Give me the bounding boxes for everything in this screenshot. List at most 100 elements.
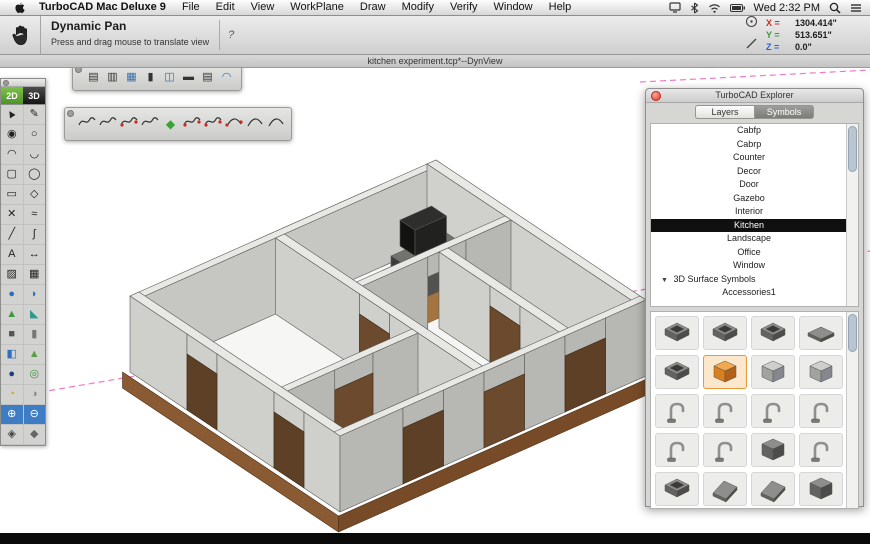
cone-tool[interactable]: ▲	[22, 345, 46, 364]
house-model[interactable]	[122, 159, 654, 533]
menu-modify[interactable]: Modify	[394, 0, 442, 15]
dimension-tool[interactable]: ↔	[22, 245, 46, 264]
iso-view-tool[interactable]: ◈	[1, 425, 23, 444]
arc-curve-tool[interactable]	[223, 114, 244, 135]
category-cabfp[interactable]: Cabfp	[651, 124, 847, 138]
pen-tool[interactable]: ✎	[22, 105, 46, 124]
mode-3d-button[interactable]: 3D	[23, 87, 45, 104]
window-tool[interactable]: ▥	[103, 69, 122, 86]
angle-readout-icon[interactable]	[745, 15, 758, 33]
close-icon[interactable]	[651, 91, 661, 101]
smooth-curve-tool[interactable]	[244, 114, 265, 135]
menu-draw[interactable]: Draw	[352, 0, 394, 15]
revolve-tool[interactable]: ◔	[1, 385, 23, 404]
window-grid-tool[interactable]: ▦	[122, 69, 141, 86]
wedge-tool[interactable]: ◣	[22, 305, 46, 324]
category-interior[interactable]: Interior	[651, 205, 847, 219]
document-title-bar[interactable]: kitchen experiment.tcp*--DynView	[0, 55, 870, 68]
tab-symbols[interactable]: Symbols	[754, 105, 814, 119]
scrollbar-thumb[interactable]	[848, 314, 857, 352]
symbol-hood-low[interactable]	[750, 470, 797, 508]
arc-end-tool[interactable]: ◡	[22, 145, 46, 164]
menu-help[interactable]: Help	[541, 0, 580, 15]
cylinder-tool[interactable]: ▮	[22, 325, 46, 344]
symbol-faucet-pair[interactable]	[750, 392, 797, 430]
polyline-tool[interactable]: ∫	[22, 225, 46, 244]
prism-tool[interactable]: ▲	[1, 305, 23, 324]
line-tool[interactable]: ╱	[1, 225, 23, 244]
rounded-rect-tool[interactable]: ▢	[1, 165, 23, 184]
mode-2d-button[interactable]: 2D	[1, 87, 23, 104]
symbol-cabinet-hamper[interactable]	[798, 353, 845, 391]
curve-length-tool[interactable]	[265, 114, 286, 135]
menu-turbocad-mac-deluxe-9[interactable]: TurboCAD Mac Deluxe 9	[31, 0, 174, 15]
category-landscape[interactable]: Landscape	[651, 232, 847, 246]
door-tool[interactable]: ◫	[160, 69, 179, 86]
category-kitchen[interactable]: Kitchen	[651, 218, 847, 232]
category-decor[interactable]: Decor	[651, 165, 847, 179]
category-office[interactable]: Office	[651, 246, 847, 260]
wifi-icon[interactable]	[708, 3, 721, 13]
menu-clock[interactable]: Wed 2:32 PM	[754, 2, 820, 14]
symbol-faucet-arc[interactable]	[653, 392, 700, 430]
slab-tool[interactable]: ▬	[179, 69, 198, 86]
spotlight-icon[interactable]	[829, 2, 841, 14]
cube-view-tool[interactable]: ◆	[22, 425, 46, 444]
category-door[interactable]: Door	[651, 178, 847, 192]
hatch-tool[interactable]: ▨	[1, 265, 23, 284]
rect-tool[interactable]: ▭	[1, 185, 23, 204]
help-indicator[interactable]: ?	[220, 29, 242, 41]
display-icon[interactable]	[668, 2, 681, 13]
symbol-faucet-tall[interactable]	[653, 431, 700, 469]
symbol-sink-block[interactable]	[798, 470, 845, 508]
toolbar-close-icon[interactable]	[67, 110, 74, 117]
ellipse-tool[interactable]: ◯	[22, 165, 46, 184]
symbol-set-accessories1[interactable]: Accessories1	[651, 286, 847, 300]
sweep-tool[interactable]: ◑	[22, 385, 46, 404]
category-window[interactable]: Window	[651, 259, 847, 273]
box-tool[interactable]: ■	[1, 325, 23, 344]
menu-file[interactable]: File	[174, 0, 208, 15]
palette-grip[interactable]	[1, 79, 45, 87]
symbol-faucet-wall[interactable]	[798, 431, 845, 469]
closed-spline-tool[interactable]	[139, 114, 160, 135]
construction-line-2[interactable]	[639, 69, 870, 83]
arc-tool[interactable]: ◠	[1, 145, 23, 164]
active-tool-cell[interactable]	[0, 16, 41, 54]
select-tool[interactable]: ▲	[1, 105, 23, 124]
category-scrollbar[interactable]	[846, 124, 858, 306]
notification-center-icon[interactable]	[850, 3, 862, 13]
symbol-base-cabinet[interactable]	[701, 353, 748, 391]
text-tool[interactable]: A	[1, 245, 23, 264]
tab-layers[interactable]: Layers	[695, 105, 754, 119]
spline-tool[interactable]	[76, 114, 97, 135]
circle-tool[interactable]: ○	[22, 125, 46, 144]
symbol-scrollbar[interactable]	[846, 312, 858, 508]
explorer-title-bar[interactable]: TurboCAD Explorer	[646, 89, 863, 103]
sphere-tool[interactable]: ●	[1, 285, 23, 304]
menu-view[interactable]: View	[243, 0, 283, 15]
spline-by-points-tool[interactable]	[118, 114, 139, 135]
slope-readout-icon[interactable]	[745, 37, 758, 55]
bluetooth-icon[interactable]	[690, 2, 699, 14]
edit-spline-tool[interactable]	[181, 114, 202, 135]
column-tool[interactable]: ▮	[141, 69, 160, 86]
roof-tool[interactable]: ◠	[217, 69, 236, 86]
torus-tool[interactable]: ◎	[22, 365, 46, 384]
convert-curve-tool[interactable]: ◆	[160, 114, 181, 135]
scrollbar-thumb[interactable]	[848, 126, 857, 172]
symbol-sink-grate[interactable]	[653, 314, 700, 352]
palette-close-icon[interactable]	[3, 80, 9, 86]
symbol-sink-flat[interactable]	[798, 314, 845, 352]
zoom-out-tool[interactable]: ⊖	[22, 405, 46, 424]
apple-menu[interactable]	[8, 1, 31, 14]
menu-verify[interactable]: Verify	[442, 0, 486, 15]
fill-tool[interactable]: ▦	[22, 265, 46, 284]
menu-edit[interactable]: Edit	[208, 0, 243, 15]
symbol-faucet-lever[interactable]	[798, 392, 845, 430]
curve-handles-tool[interactable]	[202, 114, 223, 135]
battery-icon[interactable]	[729, 3, 745, 12]
symbol-sink-grate-2[interactable]	[750, 314, 797, 352]
disclosure-triangle-icon[interactable]: ▼	[661, 277, 668, 284]
section-3d-surface-symbols[interactable]: ▼ 3D Surface Symbols	[651, 273, 847, 287]
